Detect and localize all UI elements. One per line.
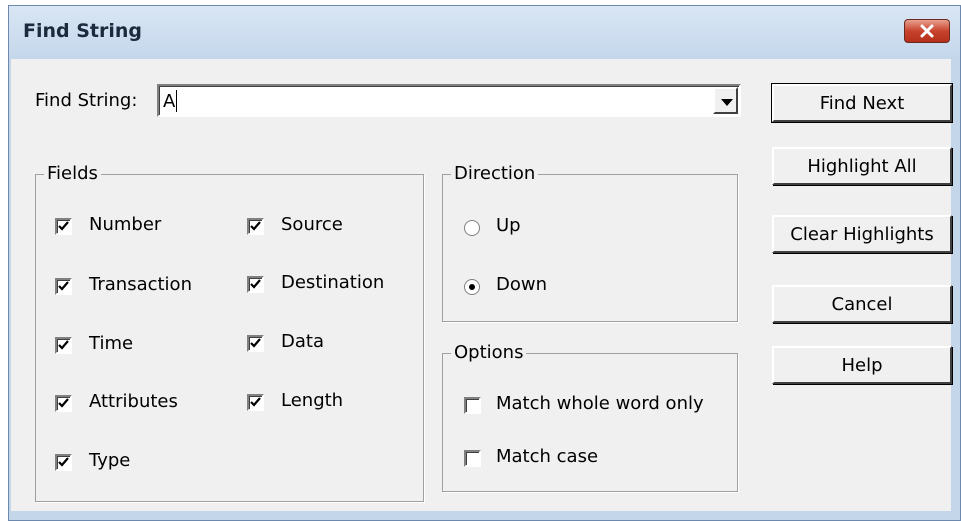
checkmark-icon [58, 340, 69, 350]
checkmark-icon [58, 221, 69, 231]
checkbox-length[interactable] [247, 394, 264, 411]
highlight-all-button[interactable]: Highlight All [772, 147, 952, 185]
find-string-dropdown-button[interactable] [713, 87, 738, 114]
checkbox-match-whole-word-label[interactable]: Match whole word only [496, 393, 704, 414]
checkbox-match-whole-word[interactable] [464, 397, 481, 414]
checkbox-time[interactable] [55, 337, 72, 354]
checkbox-attributes[interactable] [55, 395, 72, 412]
close-icon [920, 24, 934, 38]
checkbox-type[interactable] [55, 454, 72, 471]
radio-up-label[interactable]: Up [496, 215, 521, 236]
checkbox-source-label[interactable]: Source [281, 214, 343, 235]
checkbox-type-label[interactable]: Type [89, 450, 130, 471]
checkmark-icon [58, 457, 69, 467]
radio-up[interactable] [464, 220, 480, 236]
help-button[interactable]: Help [772, 346, 952, 384]
checkmark-icon [250, 397, 261, 407]
dialog-title: Find String [23, 20, 143, 42]
checkbox-attributes-label[interactable]: Attributes [89, 391, 178, 412]
checkbox-time-label[interactable]: Time [89, 333, 133, 354]
checkbox-data[interactable] [247, 335, 264, 352]
checkbox-destination[interactable] [247, 276, 264, 293]
checkmark-icon [250, 279, 261, 289]
direction-group-title: Direction [451, 163, 539, 184]
find-string-dialog: Find String Find String: A Fields Number… [8, 5, 961, 521]
options-group: Options [442, 342, 738, 492]
radio-down[interactable] [464, 279, 480, 295]
checkbox-transaction-label[interactable]: Transaction [89, 274, 192, 295]
find-string-label: Find String: [35, 90, 138, 111]
radio-down-label[interactable]: Down [496, 274, 547, 295]
checkbox-number-label[interactable]: Number [89, 214, 161, 235]
close-button[interactable] [904, 19, 950, 43]
cancel-button[interactable]: Cancel [772, 285, 952, 323]
direction-group: Direction [442, 163, 738, 322]
radio-selected-dot [469, 284, 475, 290]
checkbox-transaction[interactable] [55, 278, 72, 295]
text-caret [176, 90, 177, 112]
find-next-button[interactable]: Find Next [771, 83, 953, 123]
options-group-title: Options [451, 342, 527, 363]
dialog-body: Find String: A Fields Number Source Tran… [11, 59, 953, 511]
checkbox-source[interactable] [247, 218, 264, 235]
checkmark-icon [250, 221, 261, 231]
checkbox-match-case-label[interactable]: Match case [496, 446, 598, 467]
checkbox-data-label[interactable]: Data [281, 331, 324, 352]
checkbox-length-label[interactable]: Length [281, 390, 343, 411]
checkmark-icon [250, 338, 261, 348]
checkmark-icon [58, 398, 69, 408]
checkbox-number[interactable] [55, 218, 72, 235]
title-bar[interactable]: Find String [9, 6, 960, 56]
checkmark-icon [58, 281, 69, 291]
clear-highlights-button[interactable]: Clear Highlights [772, 215, 952, 253]
checkbox-match-case[interactable] [464, 450, 481, 467]
find-string-combobox[interactable]: A [157, 84, 741, 117]
checkbox-destination-label[interactable]: Destination [281, 272, 384, 293]
chevron-down-icon [721, 99, 733, 106]
fields-group-title: Fields [44, 163, 101, 184]
find-string-input[interactable]: A [163, 91, 175, 112]
